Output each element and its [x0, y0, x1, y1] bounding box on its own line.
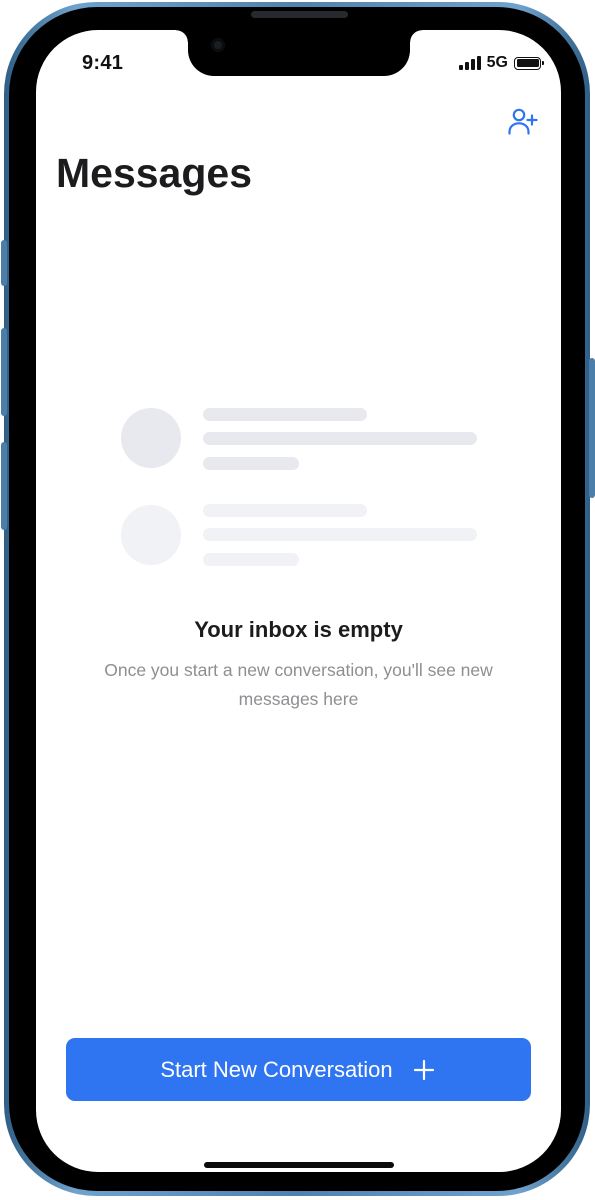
volume-down-button — [1, 442, 7, 530]
skeleton-line — [203, 528, 477, 541]
skeleton-line — [203, 553, 299, 566]
power-button — [589, 358, 595, 498]
home-indicator[interactable] — [204, 1162, 394, 1168]
battery-icon — [514, 56, 544, 70]
skeleton-line — [203, 408, 367, 421]
status-time: 9:41 — [82, 52, 124, 74]
person-plus-icon — [508, 108, 538, 135]
silent-switch — [1, 240, 7, 286]
earpiece-speaker — [251, 11, 348, 18]
battery-level — [516, 59, 539, 67]
plus-icon — [413, 1059, 434, 1080]
skeleton-avatar — [121, 505, 181, 565]
empty-state-title: Your inbox is empty — [194, 617, 403, 642]
skeleton-line — [203, 504, 367, 517]
empty-inbox-illustration — [121, 408, 477, 568]
skeleton-avatar — [121, 408, 181, 468]
start-new-conversation-label: Start New Conversation — [160, 1056, 393, 1082]
network-type: 5G — [486, 54, 508, 71]
front-camera — [211, 38, 225, 52]
empty-state-description: Once you start a new conversation, you'l… — [104, 660, 493, 709]
page-title: Messages — [56, 150, 253, 196]
status-indicators: 5G — [458, 54, 544, 72]
volume-up-button — [1, 328, 7, 416]
notch — [176, 30, 422, 76]
skeleton-line — [203, 432, 477, 445]
skeleton-line — [203, 457, 299, 470]
phone-screen: 9:41 5G Messages Your inbox is empty Onc — [36, 30, 561, 1172]
cellular-signal-icon — [458, 56, 481, 70]
add-contact-button[interactable] — [507, 106, 539, 138]
start-new-conversation-button[interactable]: Start New Conversation — [66, 1038, 531, 1101]
